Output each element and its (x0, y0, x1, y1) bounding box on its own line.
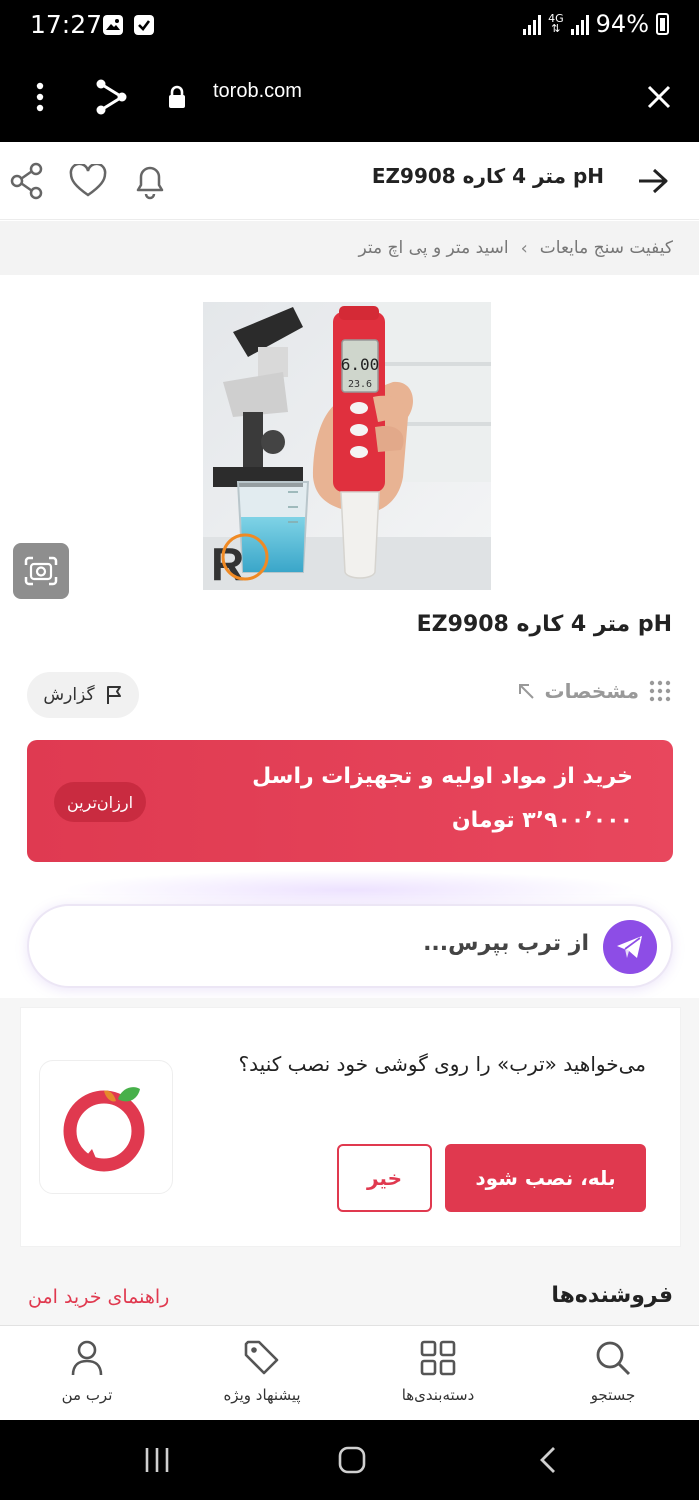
specs-link[interactable]: مشخصات (517, 679, 671, 703)
share-icon[interactable] (86, 72, 136, 122)
heart-icon[interactable] (63, 156, 113, 206)
system-navigation-bar (0, 1420, 699, 1500)
nav-my-torob[interactable]: ترب من (22, 1336, 152, 1416)
product-title: pH متر 4 کاره EZ9908 (416, 612, 672, 637)
cheapest-badge: ارزان‌ترین (54, 782, 147, 822)
install-app-banner: می‌خواهید «ترب» را روی گوشی خود نصب کنید… (21, 1008, 680, 1246)
breadcrumb-item[interactable]: اسید متر و پی اچ متر (359, 238, 509, 258)
ask-torob-input[interactable]: از ترب بپرس... (27, 904, 673, 988)
camera-icon (24, 556, 58, 586)
install-yes-button[interactable]: بله، نصب شود (445, 1144, 646, 1212)
tag-icon (197, 1336, 327, 1380)
user-icon (22, 1336, 152, 1380)
cheapest-offer-card[interactable]: خرید از مواد اولیه و تجهیزات راسل ۳٬۹۰۰٬… (27, 740, 673, 862)
gallery-notification-icon (103, 15, 123, 35)
back-arrow-icon[interactable] (628, 156, 678, 206)
url-text[interactable]: torob.com (213, 80, 302, 103)
offer-store-name: خرید از مواد اولیه و تجهیزات راسل (252, 764, 633, 789)
back-icon[interactable] (518, 1438, 578, 1482)
bell-icon[interactable] (125, 156, 175, 206)
recents-icon[interactable] (127, 1438, 187, 1482)
safe-purchase-guide-link[interactable]: راهنمای خرید امن (28, 1286, 169, 1308)
install-no-button[interactable]: خیر (337, 1144, 432, 1212)
nav-categories[interactable]: دسته‌بندی‌ها (373, 1336, 503, 1416)
breadcrumb-item[interactable]: کیفیت سنج مایعات (540, 238, 673, 258)
home-icon[interactable] (322, 1438, 382, 1482)
nav-label: ترب من (61, 1386, 113, 1404)
bottom-nav: جستجو دسته‌بندی‌ها پیشنهاد ویژه ترب من (0, 1325, 699, 1420)
status-right: 4G ⇅ 94% (523, 10, 669, 38)
check-notification-icon (134, 15, 154, 35)
nav-search[interactable]: جستجو (548, 1336, 678, 1416)
nav-label: جستجو (590, 1386, 636, 1404)
torob-logo-icon (63, 1087, 145, 1172)
image-search-button[interactable] (13, 543, 69, 599)
sellers-title: فروشنده‌ها (551, 1283, 673, 1308)
ask-placeholder: از ترب بپرس... (423, 931, 589, 956)
page-header: pH متر 4 کاره EZ9908 (0, 142, 699, 220)
lcd-temp: 23.6 (348, 379, 372, 390)
grid-dots-icon (649, 680, 671, 702)
status-time: 17:27 (30, 10, 103, 39)
battery-icon (656, 13, 669, 35)
header-title: pH متر 4 کاره EZ9908 (371, 164, 604, 188)
lcd-value: 6.00 (341, 355, 380, 374)
grid-icon (373, 1336, 503, 1380)
breadcrumb-separator: › (520, 237, 528, 259)
search-icon (548, 1336, 678, 1380)
product-image[interactable]: 6.00 23.6 R (203, 302, 491, 590)
report-label: گزارش (43, 685, 95, 705)
specs-label: مشخصات (544, 679, 639, 703)
lock-icon (152, 72, 202, 122)
report-button[interactable]: گزارش (27, 672, 139, 718)
wifi-signal-icon (523, 13, 542, 35)
install-question: می‌خواهید «ترب» را روی گوشی خود نصب کنید… (238, 1052, 646, 1076)
expand-arrow-icon (518, 684, 534, 699)
browser-toolbar: torob.com (0, 52, 699, 142)
battery-percent: 94% (595, 10, 649, 38)
torob-logo (39, 1060, 173, 1194)
nav-special-offers[interactable]: پیشنهاد ویژه (197, 1336, 327, 1416)
share-icon[interactable] (2, 156, 52, 206)
nav-label: دسته‌بندی‌ها (401, 1386, 475, 1404)
nav-label: پیشنهاد ویژه (223, 1386, 301, 1404)
breadcrumb: کیفیت سنج مایعات › اسید متر و پی اچ متر (0, 221, 699, 275)
status-bar: 17:27 4G ⇅ 94% (0, 0, 699, 52)
network-type: 4G ⇅ (548, 12, 564, 35)
telegram-send-icon (617, 936, 642, 958)
send-button[interactable] (603, 920, 657, 974)
flag-icon (106, 686, 121, 704)
cell-signal-icon (570, 13, 589, 35)
offer-price: ۳٬۹۰۰٬۰۰۰ تومان (451, 808, 633, 833)
menu-icon[interactable] (15, 72, 65, 122)
close-icon[interactable] (634, 72, 684, 122)
